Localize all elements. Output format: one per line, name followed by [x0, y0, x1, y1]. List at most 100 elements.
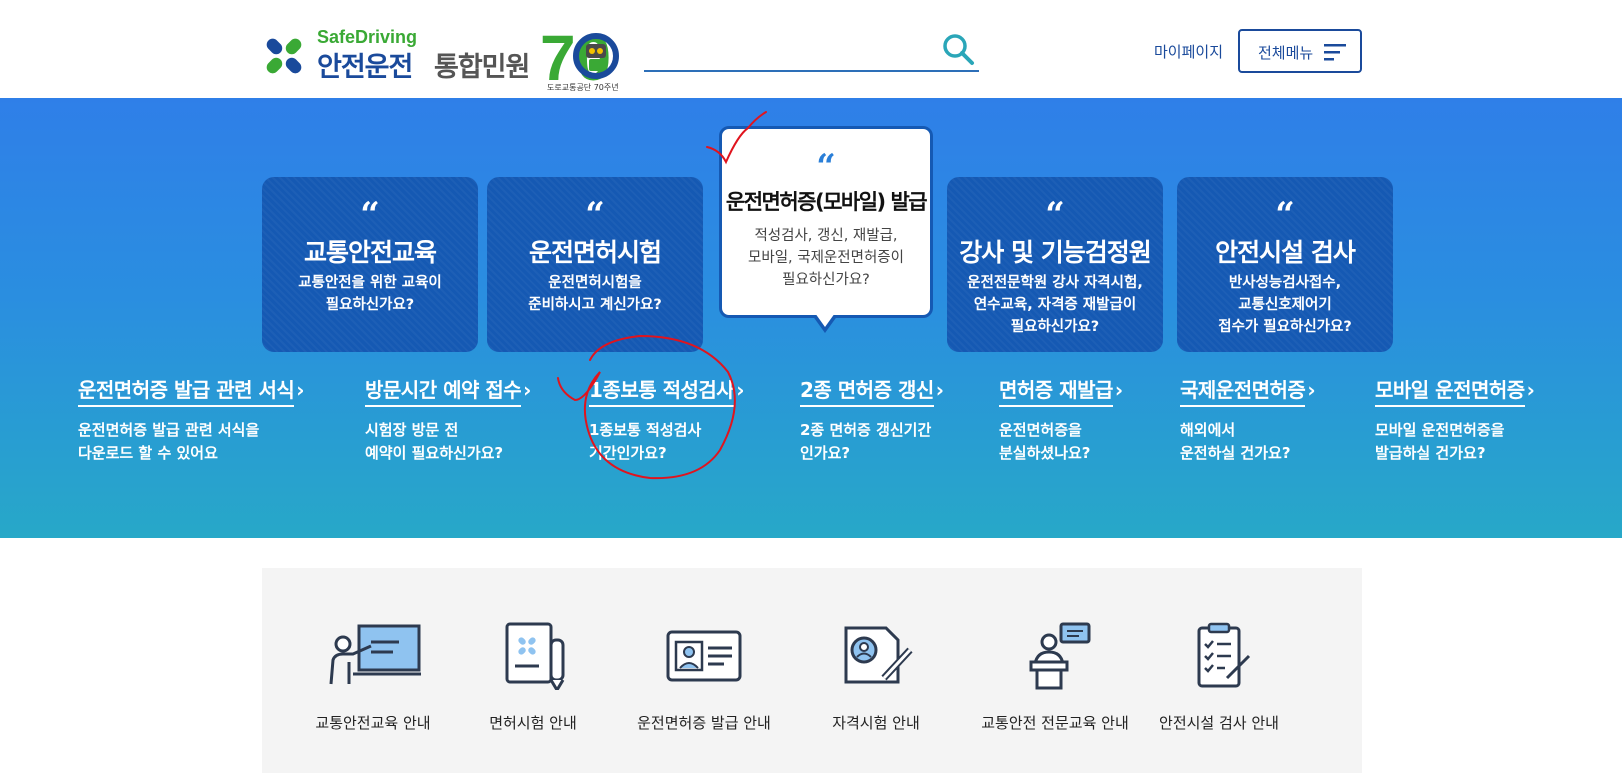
link-license-forms[interactable]: 운전면허증 발급 관련 서식 › 운전면허증 발급 관련 서식을 다운로드 할 수…: [78, 374, 305, 465]
card-description: 반사성능검사접수, 교통신호제어기 접수가 필요하신가요?: [1185, 272, 1385, 338]
link-title[interactable]: 모바일 운전면허증: [1375, 374, 1525, 407]
quote-icon: “: [1045, 195, 1065, 235]
link-class1-aptitude-test[interactable]: 1종보통 적성검사 › 1종보통 적성검사 기간인가요?: [589, 374, 744, 465]
anniversary-70-icon: 70: [540, 26, 619, 86]
card-traffic-safety-education[interactable]: “ 교통안전교육 교통안전을 위한 교육이 필요하신가요?: [262, 177, 478, 352]
chevron-right-icon: ›: [1307, 378, 1316, 402]
service-traffic-education-guide[interactable]: 교통안전교육 안내: [288, 622, 458, 733]
quote-icon: “: [1275, 195, 1295, 235]
quote-icon: “: [360, 195, 380, 235]
card-description-line: 운전전문학원 강사 자격시험,: [967, 275, 1143, 291]
card-description-line: 연수교육, 자격증 재발급이: [973, 297, 1137, 313]
link-description-line: 분실하셨나요?: [999, 444, 1091, 462]
card-safety-facility-inspection[interactable]: “ 안전시설 검사 반사성능검사접수, 교통신호제어기 접수가 필요하신가요?: [1177, 177, 1393, 352]
link-description: 모바일 운전면허증을 발급하실 건가요?: [1375, 419, 1535, 465]
chevron-right-icon: ›: [523, 378, 532, 402]
link-description-line: 발급하실 건가요?: [1375, 444, 1486, 462]
card-description-line: 교통안전을 위한 교육이: [298, 275, 442, 291]
service-safety-facility-guide[interactable]: 안전시설 검사 안내: [1134, 622, 1304, 733]
chevron-right-icon: ›: [935, 378, 944, 402]
all-menu-button[interactable]: 전체메뉴: [1238, 29, 1362, 73]
link-description-line: 2종 면허증 갱신기간: [800, 421, 932, 439]
chevron-right-icon: ›: [1526, 378, 1535, 402]
card-description-line: 교통신호제어기: [1238, 297, 1332, 313]
card-description-line: 반사성능검사접수,: [1228, 275, 1342, 291]
link-international-license[interactable]: 국제운전면허증 › 해외에서 운전하실 건가요?: [1180, 374, 1316, 465]
link-description-line: 예약이 필요하신가요?: [365, 444, 504, 462]
exam-document-icon: [505, 622, 565, 690]
card-title: 안전시설 검사: [1215, 238, 1356, 267]
link-title[interactable]: 국제운전면허증: [1180, 374, 1306, 407]
service-label: 교통안전 전문교육 안내: [981, 714, 1129, 732]
card-description: 운전전문학원 강사 자격시험, 연수교육, 자격증 재발급이 필요하신가요?: [955, 272, 1155, 338]
card-title: 강사 및 기능검정원: [959, 238, 1151, 267]
link-description-line: 운전면허증 발급 관련 서식을: [78, 421, 260, 439]
card-description-line: 필요하신가요?: [325, 297, 415, 313]
card-description-line: 준비하시고 계신가요?: [528, 297, 662, 313]
site-logo[interactable]: SafeDriving 안전운전 통합민원 70 도로교통공단 70주년: [260, 26, 620, 92]
link-description-line: 운전면허증을: [999, 421, 1082, 439]
link-description-line: 1종보통 적성검사: [589, 421, 702, 439]
card-description-line: 접수가 필요하신가요?: [1218, 319, 1352, 335]
service-label: 운전면허증 발급 안내: [637, 714, 771, 732]
card-title: 운전면허증(모바일) 발급: [725, 190, 928, 214]
link-description-line: 해외에서: [1180, 421, 1236, 439]
link-description-line: 시험장 방문 전: [365, 421, 459, 439]
search-icon[interactable]: [941, 32, 975, 66]
link-description-line: 인가요?: [800, 444, 851, 462]
card-description: 운전면허시험을 준비하시고 계신가요?: [495, 272, 695, 316]
checklist-clipboard-icon: [1197, 622, 1251, 688]
service-license-issuance-guide[interactable]: 운전면허증 발급 안내: [619, 622, 789, 733]
link-title[interactable]: 방문시간 예약 접수: [365, 374, 522, 407]
card-description-line: 필요하신가요?: [782, 272, 870, 288]
link-mobile-license[interactable]: 모바일 운전면허증 › 모바일 운전면허증을 발급하실 건가요?: [1375, 374, 1535, 465]
service-qualification-exam-guide[interactable]: 자격시험 안내: [791, 622, 961, 733]
link-description-line: 모바일 운전면허증을: [1375, 421, 1505, 439]
card-instructor-examiner[interactable]: “ 강사 및 기능검정원 운전전문학원 강사 자격시험, 연수교육, 자격증 재…: [947, 177, 1163, 352]
service-label: 면허시험 안내: [489, 714, 577, 732]
hamburger-menu-icon: [1324, 44, 1346, 61]
card-license-issuance-active[interactable]: “ 운전면허증(모바일) 발급 적성검사, 갱신, 재발급, 모바일, 국제운전…: [719, 126, 933, 318]
service-label: 자격시험 안내: [832, 714, 920, 732]
license-card-icon: [666, 630, 742, 682]
link-description: 2종 면허증 갱신기간 인가요?: [800, 419, 944, 465]
quote-icon: “: [585, 195, 605, 235]
link-title[interactable]: 면허증 재발급: [999, 374, 1113, 407]
card-title: 교통안전교육: [303, 238, 437, 267]
service-guide-panel: 교통안전교육 안내 면허시험 안내 운전면허증 발급 안내 자격시험 안내 교통…: [262, 568, 1362, 773]
qualification-test-icon: [844, 626, 913, 684]
card-description: 교통안전을 위한 교육이 필요하신가요?: [270, 272, 470, 316]
podium-speaker-icon: [1029, 622, 1091, 690]
lecture-board-icon: [329, 624, 421, 685]
chevron-right-icon: ›: [296, 378, 305, 402]
card-description-line: 모바일, 국제운전면허증이: [748, 250, 904, 266]
card-description-line: 필요하신가요?: [1010, 319, 1100, 335]
link-class2-renewal[interactable]: 2종 면허증 갱신 › 2종 면허증 갱신기간 인가요?: [800, 374, 944, 465]
site-header: SafeDriving 안전운전 통합민원 70 도로교통공단 70주년 마이페…: [0, 0, 1622, 98]
anniversary-caption: 도로교통공단 70주년: [547, 83, 619, 92]
active-card-pointer-inner: [815, 313, 835, 327]
link-title[interactable]: 2종 면허증 갱신: [800, 374, 934, 407]
service-professional-education-guide[interactable]: 교통안전 전문교육 안내: [970, 622, 1140, 733]
link-title[interactable]: 운전면허증 발급 관련 서식: [78, 374, 295, 407]
link-visit-reservation[interactable]: 방문시간 예약 접수 › 시험장 방문 전 예약이 필요하신가요?: [365, 374, 531, 465]
quote-icon: “: [816, 147, 836, 187]
service-license-exam-guide[interactable]: 면허시험 안내: [448, 622, 618, 733]
search-box[interactable]: [644, 28, 979, 72]
card-driving-license-test[interactable]: “ 운전면허시험 운전면허시험을 준비하시고 계신가요?: [487, 177, 703, 352]
link-description: 시험장 방문 전 예약이 필요하신가요?: [365, 419, 531, 465]
link-description: 1종보통 적성검사 기간인가요?: [589, 419, 744, 465]
logo-title: 안전운전: [317, 52, 413, 83]
link-license-reissue[interactable]: 면허증 재발급 › 운전면허증을 분실하셨나요?: [999, 374, 1123, 465]
service-label: 교통안전교육 안내: [315, 714, 431, 732]
mypage-link[interactable]: 마이페이지: [1154, 41, 1223, 62]
card-description-line: 적성검사, 갱신, 재발급,: [754, 228, 898, 244]
link-description-line: 운전하실 건가요?: [1180, 444, 1291, 462]
clover-logo-icon: [266, 38, 302, 74]
card-title: 운전면허시험: [528, 238, 662, 267]
service-label: 안전시설 검사 안내: [1159, 714, 1279, 732]
chevron-right-icon: ›: [1114, 378, 1124, 402]
link-title[interactable]: 1종보통 적성검사: [589, 374, 735, 407]
link-description-line: 기간인가요?: [589, 444, 667, 462]
link-description-line: 다운로드 할 수 있어요: [78, 444, 218, 462]
